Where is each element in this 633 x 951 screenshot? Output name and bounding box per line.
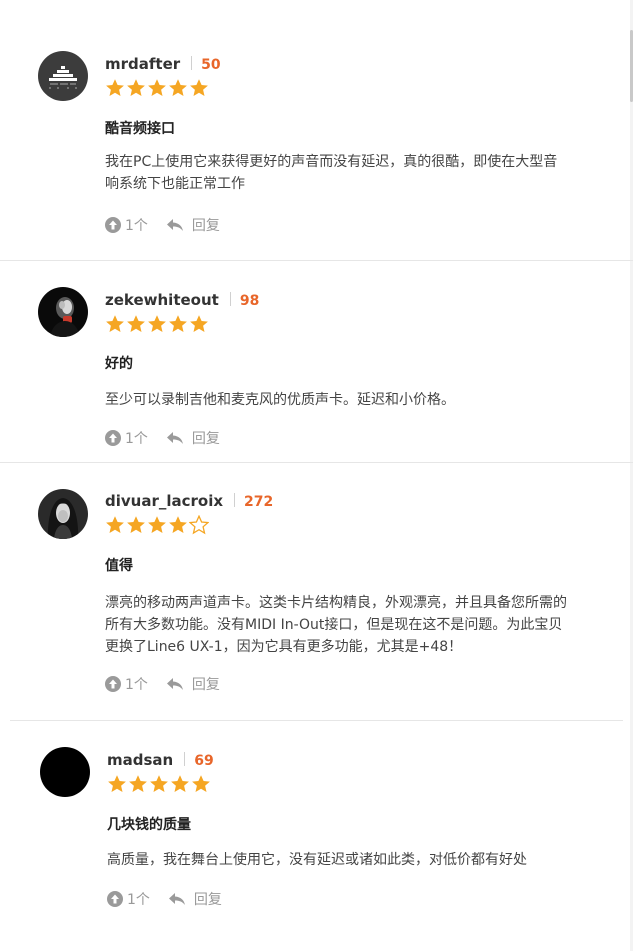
review-body-line: 更换了Line6 UX-1，因为它具有更多功能，尤其是+48！ [105, 639, 463, 655]
review-body-line: 漂亮的移动两声道声卡。这类卡片结构精良，外观漂亮，并且具备您所需的 [105, 595, 567, 611]
review-actions: 1个 回复 [105, 428, 220, 448]
username[interactable]: zekewhiteout [105, 291, 219, 309]
star-filled-icon [108, 775, 126, 792]
arrow-up-circle-icon [105, 217, 121, 233]
upvote-button[interactable]: 1个 [105, 428, 148, 448]
review-body-line: 响系统下也能正常工作 [105, 176, 245, 192]
username[interactable]: madsan [107, 751, 173, 769]
star-filled-icon [169, 315, 187, 332]
star-empty-icon [189, 515, 209, 535]
username[interactable]: divuar_lacroix [105, 492, 223, 510]
arrow-up-circle-icon [105, 430, 121, 446]
review-header: madsan 69 [107, 751, 214, 769]
reply-arrow-icon [166, 218, 184, 232]
upvote-count: 1个 [125, 431, 148, 447]
review-title: 几块钱的质量 [107, 817, 191, 833]
reply-arrow-icon [168, 892, 186, 906]
reply-button[interactable]: 回复 [168, 889, 222, 909]
portrait-avatar-icon [38, 489, 88, 539]
reply-button[interactable]: 回复 [166, 215, 220, 235]
review-title: 值得 [105, 558, 133, 574]
star-rating [105, 314, 209, 334]
user-points: 50 [201, 57, 221, 73]
star-filled-icon [169, 79, 187, 96]
star-filled-icon [148, 315, 166, 332]
avatar[interactable] [38, 489, 88, 539]
star-rating [107, 774, 211, 794]
review-body-line: 我在PC上使用它来获得更好的声音而没有延迟，真的很酷，即使在大型音 [105, 154, 558, 170]
review-actions: 1个 回复 [107, 889, 222, 909]
review-body: 漂亮的移动两声道声卡。这类卡片结构精良，外观漂亮，并且具备您所需的 所有大多数功… [105, 592, 595, 658]
arrow-up-circle-icon [105, 676, 121, 692]
equalizer-avatar-icon [38, 51, 88, 101]
header-separator [229, 292, 231, 306]
star-filled-icon [106, 79, 124, 96]
upvote-button[interactable]: 1个 [105, 215, 148, 235]
star-filled-icon [129, 775, 147, 792]
review-title: 好的 [105, 356, 133, 372]
star-rating [105, 78, 209, 98]
reply-label: 回复 [191, 218, 220, 234]
review-header: mrdafter 50 [105, 55, 221, 73]
upvote-button[interactable]: 1个 [107, 889, 150, 909]
header-separator [191, 56, 193, 70]
review-body: 至少可以录制吉他和麦克风的优质声卡。延迟和小价格。 [105, 389, 595, 411]
review-body-line: 所有大多数功能。没有MIDI In-Out接口，但是现在这不是问题。为此宝贝 [105, 617, 563, 633]
user-points: 69 [194, 753, 214, 769]
review-title: 酷音频接口 [105, 121, 175, 137]
user-points: 98 [239, 293, 260, 309]
arrow-up-circle-icon [107, 891, 123, 907]
reply-button[interactable]: 回复 [166, 674, 220, 694]
reply-label: 回复 [191, 431, 220, 447]
review-header: zekewhiteout 98 [105, 291, 259, 309]
header-separator [234, 493, 236, 507]
star-filled-icon [192, 775, 210, 792]
black-avatar-icon [40, 747, 90, 797]
review-actions: 1个 回复 [105, 215, 220, 235]
header-separator [184, 752, 186, 766]
upvote-count: 1个 [127, 892, 150, 908]
star-filled-icon [127, 516, 145, 533]
upvote-count: 1个 [125, 677, 148, 693]
star-filled-icon [106, 315, 124, 332]
avatar[interactable] [38, 51, 88, 101]
upvote-count: 1个 [125, 218, 148, 234]
star-filled-icon [106, 516, 124, 533]
star-filled-icon [127, 315, 145, 332]
star-filled-icon [171, 775, 189, 792]
review-body-line: 至少可以录制吉他和麦克风的优质声卡。延迟和小价格。 [105, 392, 455, 408]
upvote-button[interactable]: 1个 [105, 674, 148, 694]
star-filled-icon [148, 516, 166, 533]
review-divider [0, 462, 633, 463]
star-filled-icon [127, 79, 145, 96]
star-filled-icon [190, 315, 208, 332]
review-actions: 1个 回复 [105, 674, 220, 694]
star-rating [105, 515, 209, 535]
star-filled-icon [190, 79, 208, 96]
user-points: 272 [244, 494, 274, 510]
avatar[interactable] [40, 747, 90, 797]
star-filled-icon [150, 775, 168, 792]
reply-label: 回复 [193, 892, 222, 908]
dark-photo-avatar-icon [38, 287, 88, 337]
review-body: 高质量，我在舞台上使用它，没有延迟或诸如此类，对低价都有好处 [107, 849, 597, 871]
reply-arrow-icon [166, 431, 184, 445]
username[interactable]: mrdafter [105, 55, 180, 73]
reply-button[interactable]: 回复 [166, 428, 220, 448]
review-body: 我在PC上使用它来获得更好的声音而没有延迟，真的很酷，即使在大型音 响系统下也能… [105, 151, 595, 195]
review-body-line: 高质量，我在舞台上使用它，没有延迟或诸如此类，对低价都有好处 [107, 852, 527, 868]
star-filled-icon [148, 79, 166, 96]
review-divider [10, 720, 623, 721]
reply-label: 回复 [191, 677, 220, 693]
avatar[interactable] [38, 287, 88, 337]
reply-arrow-icon [166, 677, 184, 691]
review-header: divuar_lacroix 272 [105, 492, 273, 510]
review-divider [0, 260, 633, 261]
star-filled-icon [169, 516, 187, 533]
